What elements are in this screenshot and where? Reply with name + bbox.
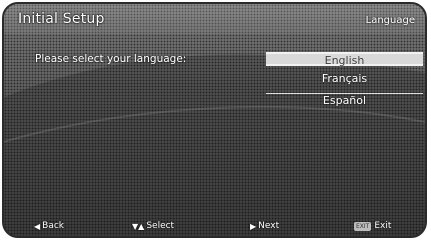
next-label: Next [258, 221, 280, 231]
exit-label: Exit [374, 221, 392, 231]
header-bar: Initial Setup Language [4, 4, 425, 34]
language-prompt: Please select your language: [35, 53, 187, 65]
page-title: Initial Setup [18, 11, 105, 27]
section-label: Language [365, 15, 415, 26]
setup-screen: Initial Setup Language Please select you… [2, 2, 427, 238]
exit-button[interactable]: EXIT Exit [354, 221, 391, 231]
triangle-left-icon: ◀ [34, 221, 41, 231]
language-option-english[interactable]: English [266, 52, 423, 67]
exit-key-badge: EXIT [354, 221, 372, 231]
language-option-francais[interactable]: Français [266, 72, 423, 86]
up-down-arrows-icon: ▼▲ [132, 221, 145, 231]
select-hint: ▼▲ Select [132, 221, 174, 231]
select-label: Select [146, 221, 175, 231]
footer-bar: ◀ Back ▼▲ Select ▶ Next EXIT Exit [4, 216, 425, 236]
back-button[interactable]: ◀ Back [34, 221, 64, 231]
back-label: Back [42, 221, 65, 231]
background-wave-decoration [4, 54, 425, 236]
triangle-right-icon: ▶ [250, 221, 257, 231]
next-button[interactable]: ▶ Next [250, 221, 279, 231]
language-option-espanol[interactable]: Español [266, 93, 423, 107]
